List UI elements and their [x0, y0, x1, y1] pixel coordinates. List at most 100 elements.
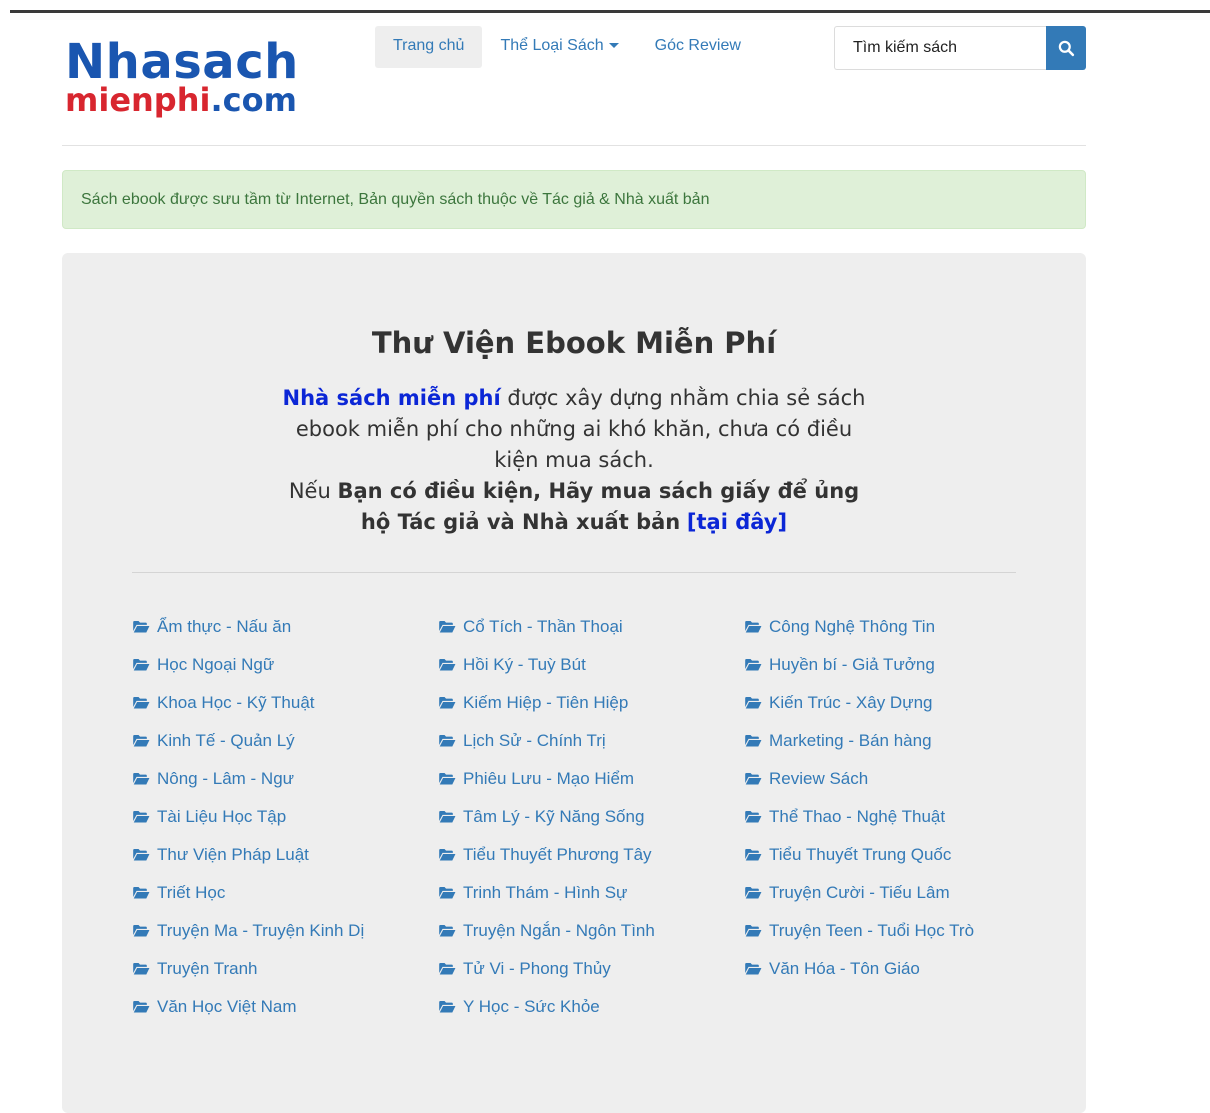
- folder-open-icon: [745, 773, 762, 785]
- search-button[interactable]: [1046, 26, 1086, 70]
- top-border: [10, 10, 1210, 13]
- folder-open-icon: [133, 1001, 150, 1013]
- category-link[interactable]: Hồi Ký - Tuỳ Bút: [439, 655, 586, 675]
- folder-open-icon: [745, 849, 762, 861]
- category-link[interactable]: Văn Học Việt Nam: [133, 997, 297, 1017]
- alert-text: Sách ebook được sưu tầm từ Internet, Bản…: [81, 191, 710, 208]
- folder-open-icon: [439, 887, 456, 899]
- category-link[interactable]: Kiến Trúc - Xây Dựng: [745, 693, 933, 713]
- category-label: Văn Hóa - Tôn Giáo: [769, 959, 920, 978]
- folder-open-icon: [133, 811, 150, 823]
- category-link[interactable]: Y Học - Sức Khỏe: [439, 997, 600, 1017]
- jumbotron: Thư Viện Ebook Miễn Phí Nhà sách miễn ph…: [62, 253, 1086, 1113]
- folder-open-icon: [133, 659, 150, 671]
- search-input[interactable]: [834, 26, 1046, 70]
- nav-categories-dropdown[interactable]: Thể Loại Sách: [482, 26, 636, 68]
- category-link[interactable]: Huyền bí - Giả Tưởng: [745, 655, 935, 675]
- category-label: Tiểu Thuyết Phương Tây: [463, 845, 652, 864]
- category-link[interactable]: Truyện Ngắn - Ngôn Tình: [439, 921, 655, 941]
- nav-review-label: Góc Review: [654, 37, 741, 54]
- folder-open-icon: [439, 697, 456, 709]
- category-link[interactable]: Trinh Thám - Hình Sự: [439, 883, 627, 903]
- search-icon: [1058, 40, 1074, 56]
- category-label: Trinh Thám - Hình Sự: [463, 883, 628, 902]
- folder-open-icon: [439, 925, 456, 937]
- copyright-alert: Sách ebook được sưu tầm từ Internet, Bản…: [62, 170, 1086, 229]
- nav-categories-label: Thể Loại Sách: [500, 37, 604, 54]
- caret-down-icon: [608, 43, 619, 49]
- category-label: Kiến Trúc - Xây Dựng: [769, 693, 933, 712]
- category-label: Thể Thao - Nghệ Thuật: [769, 807, 946, 826]
- intro-text: Nhà sách miễn phí được xây dựng nhằm chi…: [274, 383, 874, 538]
- site-logo[interactable]: Nhasach mienphi.com: [65, 38, 299, 116]
- category-label: Phiêu Lưu - Mạo Hiểm: [463, 769, 635, 788]
- category-link[interactable]: Nông - Lâm - Ngư: [133, 769, 294, 789]
- category-label: Truyện Ngắn - Ngôn Tình: [463, 921, 655, 940]
- category-label: Truyện Tranh: [157, 959, 258, 978]
- folder-open-icon: [133, 735, 150, 747]
- folder-open-icon: [133, 887, 150, 899]
- category-link[interactable]: Thể Thao - Nghệ Thuật: [745, 807, 945, 827]
- category-link[interactable]: Truyện Cười - Tiếu Lâm: [745, 883, 950, 903]
- category-label: Y Học - Sức Khỏe: [463, 997, 600, 1016]
- logo-line2: mienphi.com: [65, 84, 299, 116]
- support-prefix: Nếu: [288, 479, 331, 503]
- category-link[interactable]: Triết Học: [133, 883, 225, 903]
- folder-open-icon: [133, 621, 150, 633]
- category-link[interactable]: Kiếm Hiệp - Tiên Hiệp: [439, 693, 628, 713]
- category-label: Triết Học: [157, 883, 226, 902]
- jumbotron-divider: [132, 572, 1016, 573]
- category-link[interactable]: Thư Viện Pháp Luật: [133, 845, 309, 865]
- category-label: Kiếm Hiệp - Tiên Hiệp: [463, 693, 629, 712]
- nav-review[interactable]: Góc Review: [637, 26, 759, 68]
- category-label: Công Nghệ Thông Tin: [769, 617, 936, 636]
- category-label: Nông - Lâm - Ngư: [157, 769, 295, 788]
- category-link[interactable]: Cổ Tích - Thần Thoại: [439, 617, 623, 637]
- category-label: Truyện Ma - Truyện Kinh Dị: [157, 921, 365, 940]
- category-label: Truyện Teen - Tuổi Học Trò: [769, 921, 975, 940]
- category-link[interactable]: Truyện Ma - Truyện Kinh Dị: [133, 921, 364, 941]
- search-form: [834, 26, 1086, 70]
- category-label: Tâm Lý - Kỹ Năng Sống: [463, 807, 645, 826]
- category-link[interactable]: Tử Vi - Phong Thủy: [439, 959, 611, 979]
- category-link[interactable]: Công Nghệ Thông Tin: [745, 617, 935, 637]
- nav-home[interactable]: Trang chủ: [375, 26, 483, 68]
- category-link[interactable]: Marketing - Bán hàng: [745, 731, 932, 751]
- folder-open-icon: [439, 773, 456, 785]
- category-link[interactable]: Tiểu Thuyết Phương Tây: [439, 845, 652, 865]
- folder-open-icon: [745, 963, 762, 975]
- category-label: Truyện Cười - Tiếu Lâm: [769, 883, 950, 902]
- category-link[interactable]: Lịch Sử - Chính Trị: [439, 731, 606, 751]
- folder-open-icon: [745, 659, 762, 671]
- nav-home-label: Trang chủ: [393, 37, 465, 54]
- category-label: Thư Viện Pháp Luật: [157, 845, 309, 864]
- category-link[interactable]: Kinh Tế - Quản Lý: [133, 731, 295, 751]
- category-label: Khoa Học - Kỹ Thuật: [157, 693, 315, 712]
- folder-open-icon: [133, 697, 150, 709]
- main-nav: Trang chủ Thể Loại Sách Góc Review: [375, 26, 759, 68]
- category-link[interactable]: Truyện Tranh: [133, 959, 257, 979]
- category-link[interactable]: Khoa Học - Kỹ Thuật: [133, 693, 315, 713]
- folder-open-icon: [133, 849, 150, 861]
- category-link[interactable]: Văn Hóa - Tôn Giáo: [745, 959, 920, 979]
- category-link[interactable]: Tâm Lý - Kỹ Năng Sống: [439, 807, 644, 827]
- folder-open-icon: [439, 621, 456, 633]
- category-label: Tiểu Thuyết Trung Quốc: [769, 845, 952, 864]
- category-label: Marketing - Bán hàng: [769, 731, 932, 750]
- category-link[interactable]: Tài Liệu Học Tập: [133, 807, 286, 827]
- page-title: Thư Viện Ebook Miễn Phí: [371, 326, 777, 360]
- buy-here-link[interactable]: [tại đây]: [687, 510, 787, 534]
- folder-open-icon: [745, 735, 762, 747]
- category-label: Văn Học Việt Nam: [157, 997, 297, 1016]
- folder-open-icon: [745, 621, 762, 633]
- category-link[interactable]: Review Sách: [745, 769, 868, 789]
- category-link[interactable]: Học Ngoại Ngữ: [133, 655, 274, 675]
- folder-open-icon: [133, 963, 150, 975]
- category-link[interactable]: Phiêu Lưu - Mạo Hiểm: [439, 769, 634, 789]
- category-link[interactable]: Truyện Teen - Tuổi Học Trò: [745, 921, 974, 941]
- folder-open-icon: [439, 811, 456, 823]
- intro-highlight: Nhà sách miễn phí: [282, 386, 501, 410]
- category-label: Cổ Tích - Thần Thoại: [463, 617, 623, 636]
- category-link[interactable]: Tiểu Thuyết Trung Quốc: [745, 845, 951, 865]
- category-link[interactable]: Ẩm thực - Nấu ăn: [133, 617, 291, 637]
